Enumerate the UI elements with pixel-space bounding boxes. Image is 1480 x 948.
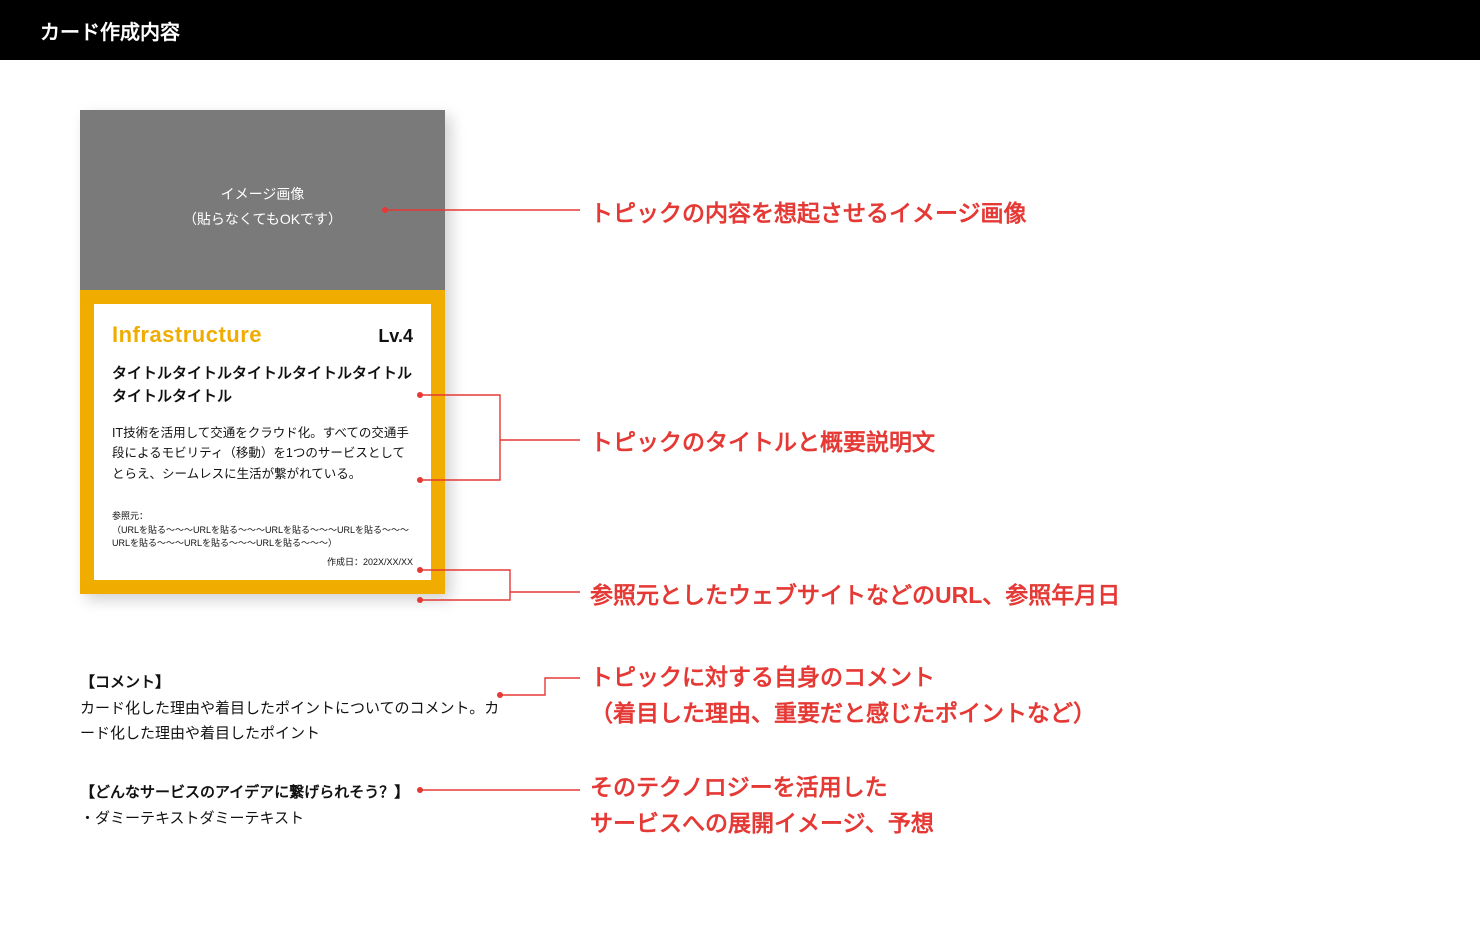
annotation-comment-line1: トピックに対する自身のコメント xyxy=(590,664,935,690)
header-bar: カード作成内容 xyxy=(0,0,1480,60)
annotation-comment: トピックに対する自身のコメント （着目した理由、重要だと感じたポイントなど） xyxy=(590,660,1096,731)
page-canvas: イメージ画像 （貼らなくてもOKです） Infrastructure Lv.4 … xyxy=(0,60,1480,948)
card-image-label-1: イメージ画像 xyxy=(221,182,305,207)
card-description: IT技術を活用して交通をクラウド化。すべての交通手段によるモビリティ（移動）を1… xyxy=(112,423,413,485)
card-reference-body: （URLを貼る〜〜〜URLを貼る〜〜〜URLを貼る〜〜〜URLを貼る〜〜〜URL… xyxy=(112,525,409,549)
card-reference-label: 参照元： xyxy=(112,511,148,521)
card-header-row: Infrastructure Lv.4 xyxy=(112,322,413,348)
card-created-date: 作成日：202X/XX/XX xyxy=(112,555,413,568)
card-body: Infrastructure Lv.4 タイトルタイトルタイトルタイトルタイトル… xyxy=(94,304,431,580)
note-comment-body: カード化した理由や着目したポイントについてのコメント。カード化した理由や着目した… xyxy=(80,696,500,747)
card-level: Lv.4 xyxy=(378,326,413,347)
card: イメージ画像 （貼らなくてもOKです） Infrastructure Lv.4 … xyxy=(80,110,445,594)
note-idea-heading: 【どんなサービスのアイデアに繋げられそう？】 xyxy=(80,780,500,806)
annotation-idea-line1: そのテクノロジーを活用した xyxy=(590,774,888,800)
card-category: Infrastructure xyxy=(112,322,262,348)
note-comment: 【コメント】 カード化した理由や着目したポイントについてのコメント。カード化した… xyxy=(80,670,500,747)
annotation-comment-line2: （着目した理由、重要だと感じたポイントなど） xyxy=(590,700,1096,726)
annotation-idea: そのテクノロジーを活用した サービスへの展開イメージ、予想 xyxy=(590,770,934,841)
card-reference: 参照元： （URLを貼る〜〜〜URLを貼る〜〜〜URLを貼る〜〜〜URLを貼る〜… xyxy=(112,510,413,551)
annotation-idea-line2: サービスへの展開イメージ、予想 xyxy=(590,810,934,836)
annotation-reference: 参照元としたウェブサイトなどのURL、参照年月日 xyxy=(590,578,1120,614)
header-title: カード作成内容 xyxy=(40,16,180,45)
card-image-placeholder: イメージ画像 （貼らなくてもOKです） xyxy=(80,110,445,290)
note-idea: 【どんなサービスのアイデアに繋げられそう？】 ・ダミーテキストダミーテキスト xyxy=(80,780,500,831)
annotation-title-desc: トピックのタイトルと概要説明文 xyxy=(590,425,935,461)
annotation-image: トピックの内容を想起させるイメージ画像 xyxy=(590,196,1027,232)
card-title: タイトルタイトルタイトルタイトルタイトルタイトルタイトル xyxy=(112,362,413,409)
card-image-label-2: （貼らなくてもOKです） xyxy=(183,207,342,232)
note-idea-body: ・ダミーテキストダミーテキスト xyxy=(80,806,500,832)
note-comment-heading: 【コメント】 xyxy=(80,670,500,696)
